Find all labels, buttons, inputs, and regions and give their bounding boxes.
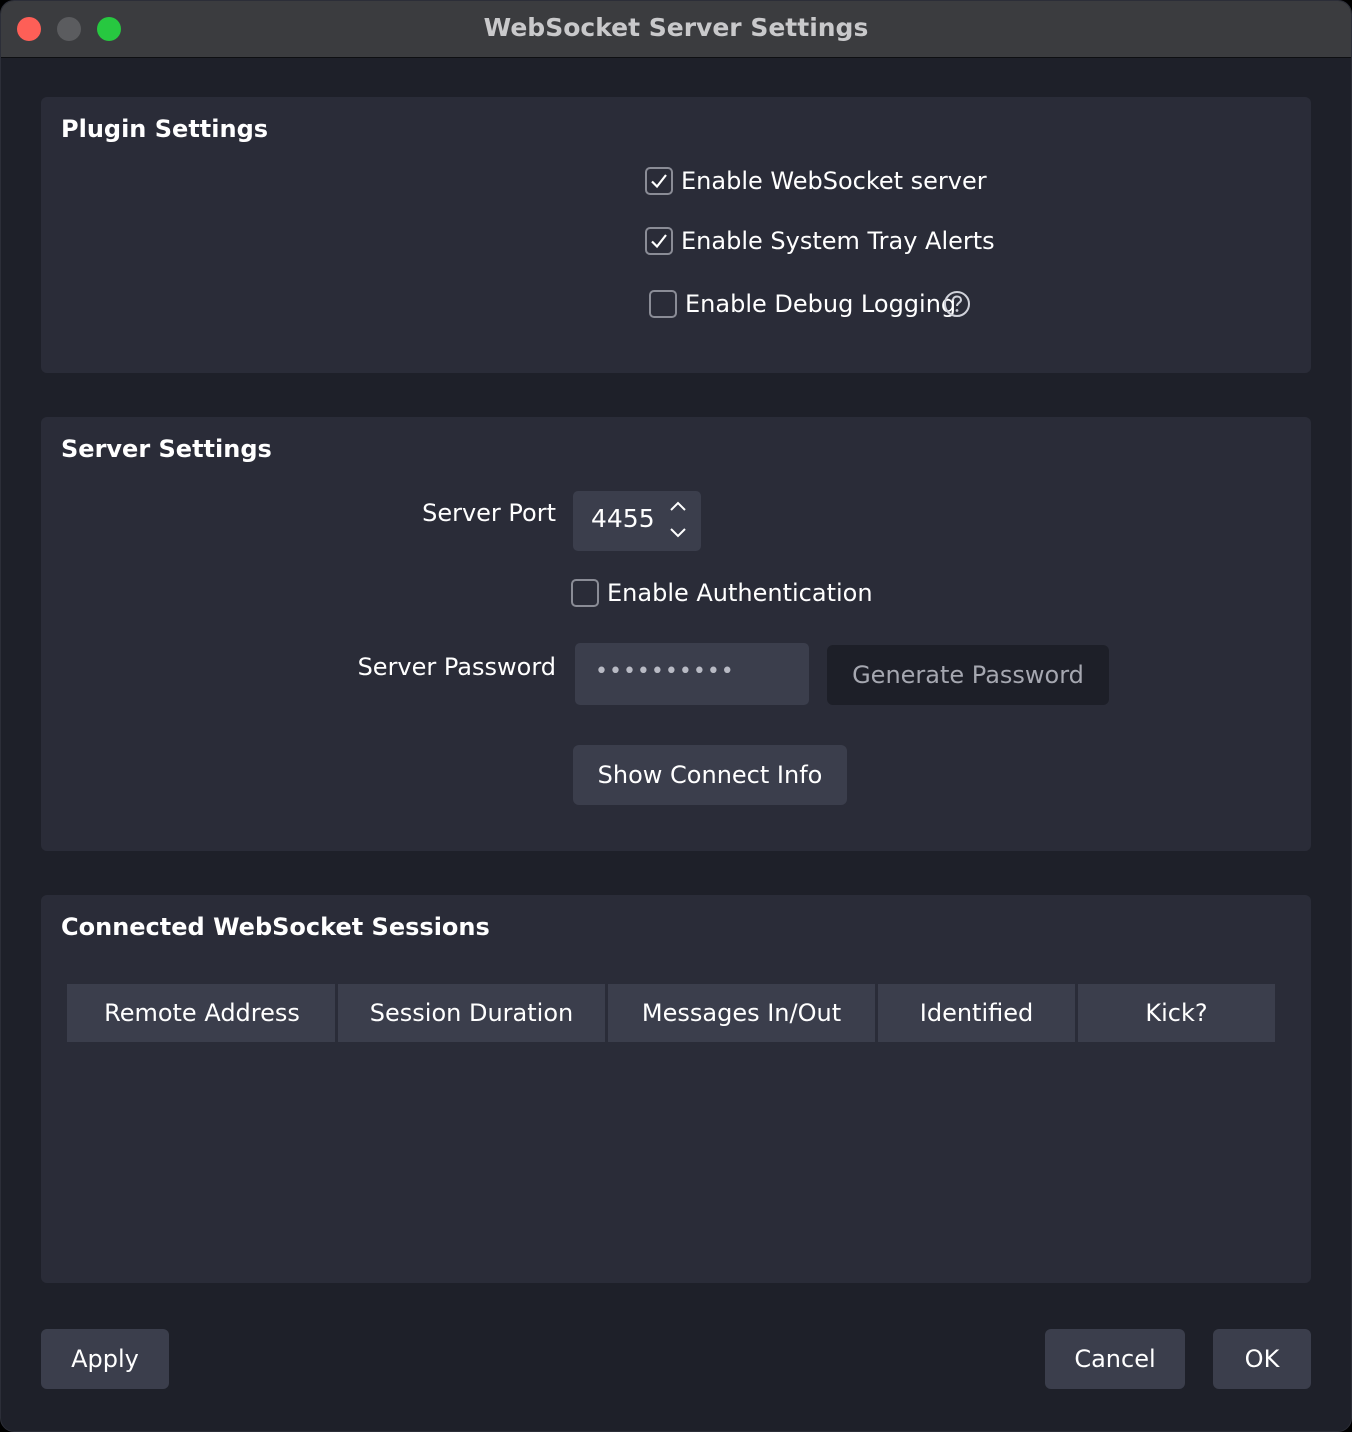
column-kick[interactable]: Kick? [1075,984,1275,1042]
enable-debug-logging-checkbox[interactable] [649,290,677,318]
enable-debug-logging-label: Enable Debug Logging [685,290,957,318]
server-settings-group: Server Settings Server Port 4455 Enable … [41,417,1311,851]
ok-button[interactable]: OK [1213,1329,1311,1389]
server-settings-title: Server Settings [61,435,272,463]
enable-tray-alerts-label: Enable System Tray Alerts [681,227,995,255]
apply-button[interactable]: Apply [41,1329,169,1389]
settings-window: WebSocket Server Settings Plugin Setting… [0,0,1352,1432]
enable-tray-alerts-option[interactable]: Enable System Tray Alerts [645,227,995,255]
column-session-duration[interactable]: Session Duration [335,984,605,1042]
checkmark-icon [651,174,667,189]
show-connect-info-button[interactable]: Show Connect Info [573,745,847,805]
enable-websocket-server-checkbox[interactable] [645,167,673,195]
window-title: WebSocket Server Settings [483,13,869,42]
enable-authentication-label: Enable Authentication [607,579,873,607]
server-port-spinbox[interactable]: 4455 [573,491,701,551]
sessions-title: Connected WebSocket Sessions [61,913,490,941]
sessions-group: Connected WebSocket Sessions Remote Addr… [41,895,1311,1283]
column-identified[interactable]: Identified [875,984,1075,1042]
sessions-table-header: Remote Address Session Duration Messages… [67,984,1275,1042]
cancel-button[interactable]: Cancel [1045,1329,1185,1389]
enable-authentication-checkbox[interactable] [571,579,599,607]
checkmark-icon [651,234,667,249]
title-bar: WebSocket Server Settings [1,1,1351,58]
chevron-down-icon[interactable] [667,523,689,541]
plugin-settings-group: Plugin Settings Enable WebSocket server … [41,97,1311,373]
plugin-settings-title: Plugin Settings [61,115,269,143]
server-password-value: •••••••••• [595,659,735,684]
chevron-up-icon[interactable] [667,498,689,516]
enable-tray-alerts-checkbox[interactable] [645,227,673,255]
enable-debug-logging-option[interactable]: Enable Debug Logging [649,289,972,319]
enable-authentication-option[interactable]: Enable Authentication [571,579,873,607]
column-messages-in-out[interactable]: Messages In/Out [605,984,875,1042]
server-port-label: Server Port [422,499,556,527]
column-remote-address[interactable]: Remote Address [67,984,335,1042]
server-password-field[interactable]: •••••••••• [575,643,809,705]
server-port-value: 4455 [591,504,655,533]
generate-password-button[interactable]: Generate Password [827,645,1109,705]
enable-websocket-server-label: Enable WebSocket server [681,167,987,195]
server-password-label: Server Password [357,653,556,681]
enable-websocket-server-option[interactable]: Enable WebSocket server [645,167,987,195]
help-icon[interactable] [942,289,972,319]
